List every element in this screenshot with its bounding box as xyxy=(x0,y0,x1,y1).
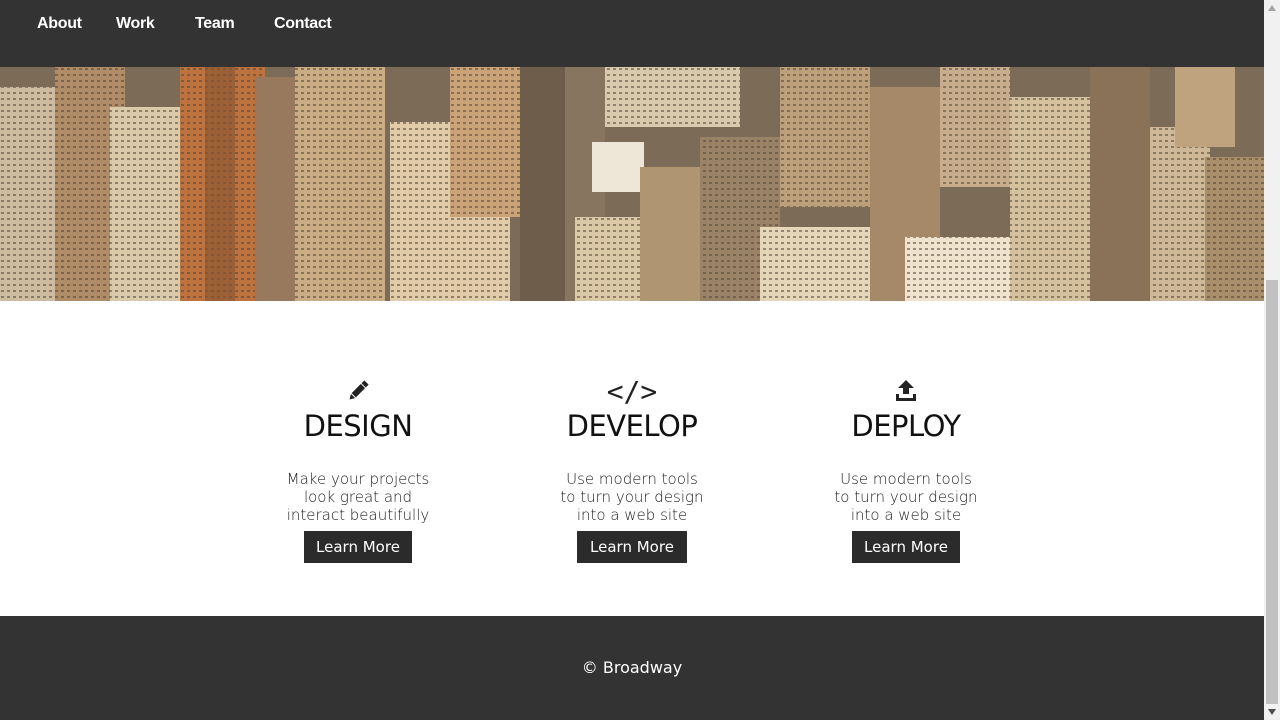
page: About Work Team Contact DESIGN Make your… xyxy=(0,0,1264,720)
nav-link-about[interactable]: About xyxy=(37,15,82,33)
footer: © Broadway xyxy=(0,616,1264,720)
learn-more-button[interactable]: Learn More xyxy=(852,531,960,563)
feature-description: Use modern tools to turn your design int… xyxy=(834,470,978,524)
upload-icon xyxy=(806,377,1006,405)
code-icon-glyph: </> xyxy=(606,374,658,408)
features-section: DESIGN Make your projects look great and… xyxy=(0,301,1264,616)
nav-link-team[interactable]: Team xyxy=(195,15,235,33)
feature-description: Make your projects look great and intera… xyxy=(286,470,430,524)
feature-title: DEVELOP xyxy=(566,409,698,443)
scroll-down-icon[interactable] xyxy=(1264,704,1280,720)
learn-more-button[interactable]: Learn More xyxy=(577,531,687,563)
scroll-up-icon[interactable] xyxy=(1264,0,1280,16)
top-nav: About Work Team Contact xyxy=(0,0,1264,67)
pencil-icon xyxy=(258,377,458,405)
scrollbar-thumb[interactable] xyxy=(1266,280,1278,704)
feature-title: DESIGN xyxy=(303,409,413,443)
nav-link-contact[interactable]: Contact xyxy=(274,15,332,33)
vertical-scrollbar[interactable] xyxy=(1264,0,1280,720)
city-skyline-image xyxy=(0,67,1264,301)
feature-title: DEPLOY xyxy=(851,409,961,443)
nav-link-work[interactable]: Work xyxy=(116,15,155,33)
hero-image xyxy=(0,67,1264,301)
code-icon: </> xyxy=(532,374,732,408)
feature-description: Use modern tools to turn your design int… xyxy=(560,470,704,524)
learn-more-button[interactable]: Learn More xyxy=(304,531,412,563)
copyright-text: © Broadway xyxy=(581,658,683,677)
